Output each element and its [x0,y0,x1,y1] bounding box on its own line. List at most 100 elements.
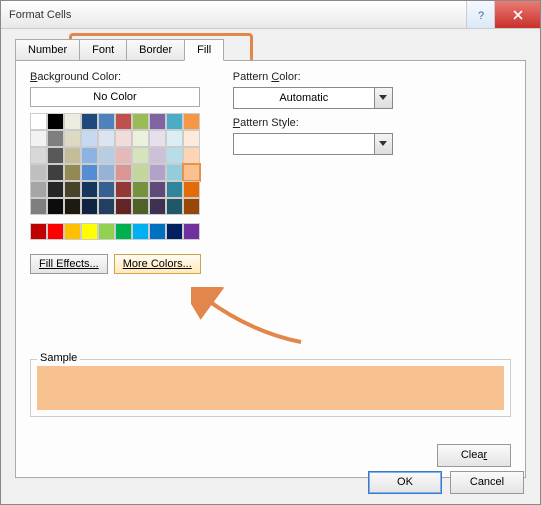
fill-panel: Background Color: No Color Fill Effects.… [15,60,526,478]
color-swatch[interactable] [183,181,200,198]
color-swatch[interactable] [64,223,81,240]
color-swatch[interactable] [64,147,81,164]
more-colors-button[interactable]: More Colors... [114,254,201,274]
color-swatch[interactable] [149,223,166,240]
fill-effects-button[interactable]: Fill Effects... [30,254,108,274]
color-swatch[interactable] [64,164,81,181]
color-swatch[interactable] [183,147,200,164]
color-swatch[interactable] [30,147,47,164]
pattern-color-value: Automatic [234,88,374,108]
clear-button[interactable]: Clear [437,444,511,467]
tab-number[interactable]: Number [15,39,80,61]
color-swatch[interactable] [115,147,132,164]
color-swatch[interactable] [81,147,98,164]
color-swatch[interactable] [183,113,200,130]
color-swatch[interactable] [98,198,115,215]
color-swatch[interactable] [115,198,132,215]
color-swatch[interactable] [98,181,115,198]
color-swatch[interactable] [132,198,149,215]
svg-text:?: ? [478,10,484,21]
color-swatch[interactable] [166,164,183,181]
color-swatch[interactable] [132,147,149,164]
titlebar: Format Cells ? [1,1,540,29]
color-swatch[interactable] [47,164,64,181]
no-color-button[interactable]: No Color [30,87,200,107]
color-swatch[interactable] [81,181,98,198]
help-button[interactable]: ? [466,1,494,28]
color-swatch[interactable] [132,223,149,240]
color-swatch[interactable] [115,164,132,181]
cancel-button[interactable]: Cancel [450,471,524,494]
color-swatch[interactable] [166,130,183,147]
color-swatch[interactable] [64,113,81,130]
color-swatch[interactable] [98,147,115,164]
color-swatch[interactable] [98,130,115,147]
color-swatch[interactable] [132,130,149,147]
pattern-style-label: Pattern Style: [233,117,403,129]
color-swatch[interactable] [115,223,132,240]
color-swatch[interactable] [166,198,183,215]
color-swatch[interactable] [115,113,132,130]
color-swatch[interactable] [149,181,166,198]
sample-preview [37,366,504,410]
tab-fill[interactable]: Fill [184,39,224,61]
pattern-style-combobox[interactable] [233,133,393,155]
tab-strip: NumberFontBorderFill [15,39,526,61]
color-swatch[interactable] [47,113,64,130]
sample-group: Sample [30,357,511,417]
color-swatch[interactable] [183,198,200,215]
color-swatch[interactable] [166,113,183,130]
color-swatch[interactable] [183,130,200,147]
color-swatch[interactable] [166,147,183,164]
color-swatch[interactable] [30,130,47,147]
color-swatch[interactable] [98,164,115,181]
pattern-color-label: Pattern Color: [233,71,403,83]
color-swatch[interactable] [30,223,47,240]
color-swatch[interactable] [115,181,132,198]
color-swatch[interactable] [64,181,81,198]
dialog-buttons: OK Cancel [368,471,524,494]
color-swatch[interactable] [132,181,149,198]
ok-button[interactable]: OK [368,471,442,494]
color-swatch[interactable] [47,223,64,240]
pattern-style-value [234,134,374,154]
color-swatch[interactable] [149,147,166,164]
chevron-down-icon [374,88,392,108]
color-swatch[interactable] [183,223,200,240]
close-button[interactable] [494,1,540,28]
color-swatch[interactable] [149,130,166,147]
tab-border[interactable]: Border [126,39,185,61]
color-swatch[interactable] [64,198,81,215]
color-swatch[interactable] [30,181,47,198]
color-swatch[interactable] [132,164,149,181]
tab-font[interactable]: Font [79,39,127,61]
color-swatch[interactable] [149,113,166,130]
color-swatch[interactable] [183,164,200,181]
color-swatch[interactable] [166,223,183,240]
color-swatch[interactable] [98,223,115,240]
theme-color-grid [30,113,201,215]
color-swatch[interactable] [81,164,98,181]
color-swatch[interactable] [47,130,64,147]
color-swatch[interactable] [81,113,98,130]
color-swatch[interactable] [115,130,132,147]
color-swatch[interactable] [149,164,166,181]
color-swatch[interactable] [64,130,81,147]
background-color-label: Background Color: [30,71,201,83]
standard-color-row [30,223,201,240]
color-swatch[interactable] [30,113,47,130]
color-swatch[interactable] [81,130,98,147]
color-swatch[interactable] [98,113,115,130]
color-swatch[interactable] [47,181,64,198]
color-swatch[interactable] [47,147,64,164]
color-swatch[interactable] [30,198,47,215]
pattern-color-combobox[interactable]: Automatic [233,87,393,109]
color-swatch[interactable] [47,198,64,215]
color-swatch[interactable] [132,113,149,130]
color-swatch[interactable] [81,198,98,215]
color-swatch[interactable] [30,164,47,181]
color-swatch[interactable] [81,223,98,240]
color-swatch[interactable] [149,198,166,215]
color-swatch[interactable] [166,181,183,198]
sample-label: Sample [37,352,80,364]
